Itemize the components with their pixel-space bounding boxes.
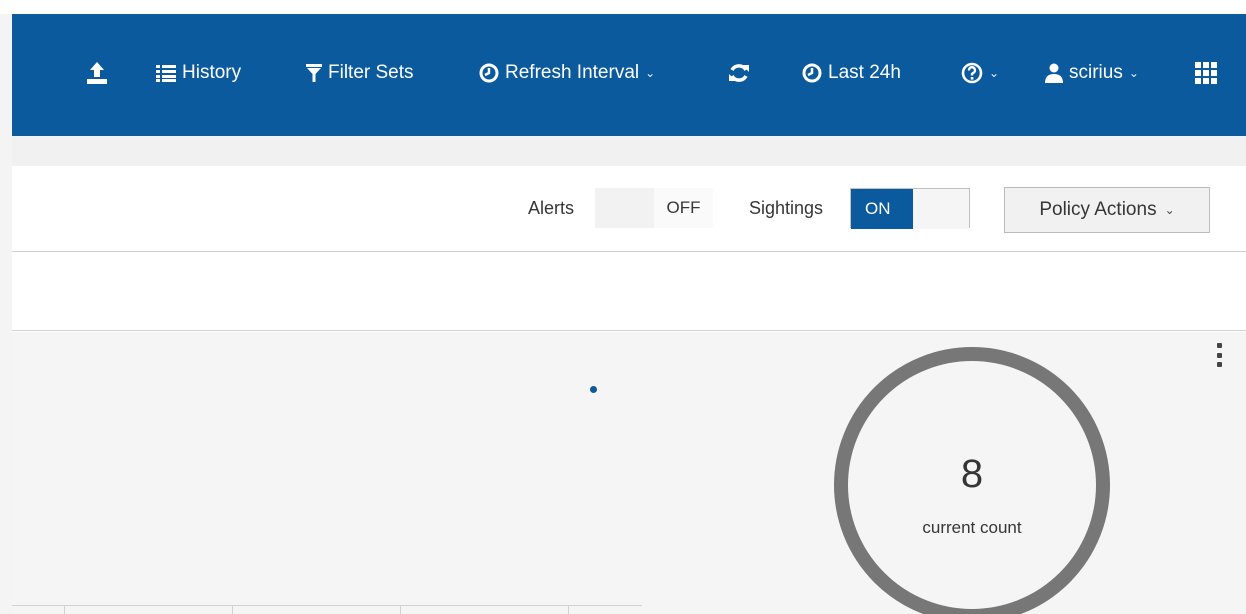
- column-divider: [568, 606, 569, 614]
- alerts-toggle-handle: [595, 188, 654, 228]
- secondary-bar: [12, 136, 1246, 166]
- refresh-icon: [728, 62, 750, 84]
- history-label: History: [182, 62, 242, 83]
- column-divider: [64, 606, 65, 614]
- clock-icon: [802, 63, 822, 83]
- chevron-down-icon: ⌄: [1128, 66, 1139, 80]
- chevron-down-icon: ⌄: [645, 66, 656, 80]
- filter-sets-button[interactable]: Filter Sets: [306, 58, 414, 88]
- table-header-divider: [12, 605, 642, 606]
- policy-actions-dropdown[interactable]: Policy Actions ⌄: [1004, 187, 1210, 233]
- filter-icon: [306, 64, 322, 82]
- filter-bar: [12, 253, 1246, 331]
- refresh-button[interactable]: [728, 58, 750, 88]
- sightings-toggle-state: ON: [851, 189, 913, 229]
- upload-button[interactable]: [86, 58, 108, 88]
- user-icon: [1045, 63, 1063, 83]
- chevron-down-icon: ⌄: [1164, 203, 1175, 217]
- alerts-toggle[interactable]: OFF: [595, 188, 713, 228]
- refresh-interval-label: Refresh Interval: [505, 62, 640, 83]
- alerts-toggle-state: OFF: [654, 188, 713, 228]
- column-divider: [232, 606, 233, 614]
- chart-data-point: [590, 386, 597, 393]
- current-count-label: current count: [922, 518, 1022, 537]
- sightings-toggle-handle: [913, 189, 969, 229]
- apps-grid-button[interactable]: [1195, 58, 1217, 88]
- user-dropdown[interactable]: scirius ⌄: [1045, 58, 1139, 88]
- time-range-button[interactable]: Last 24h: [802, 58, 901, 88]
- clock-icon: [479, 63, 499, 83]
- refresh-interval-dropdown[interactable]: Refresh Interval ⌄: [479, 58, 655, 88]
- sightings-toggle[interactable]: ON: [850, 188, 970, 229]
- policy-actions-label: Policy Actions: [1039, 199, 1157, 220]
- left-edge: [0, 14, 12, 614]
- list-icon: [156, 64, 176, 82]
- user-label: scirius: [1069, 62, 1123, 83]
- current-count-value: 8: [960, 452, 984, 496]
- filter-sets-label: Filter Sets: [328, 62, 414, 83]
- chevron-down-icon: ⌄: [989, 66, 1000, 80]
- time-range-label: Last 24h: [828, 62, 901, 83]
- sightings-toggle-label: Sightings: [749, 198, 824, 218]
- kebab-menu-icon[interactable]: [1216, 343, 1222, 367]
- help-icon: [961, 62, 983, 84]
- top-gap: [0, 0, 1246, 14]
- column-divider: [400, 606, 401, 614]
- upload-icon: [86, 61, 108, 85]
- apps-grid-icon: [1195, 62, 1217, 84]
- alerts-toggle-label: Alerts: [528, 198, 575, 218]
- history-button[interactable]: History: [156, 58, 241, 88]
- help-dropdown[interactable]: ⌄: [961, 58, 999, 88]
